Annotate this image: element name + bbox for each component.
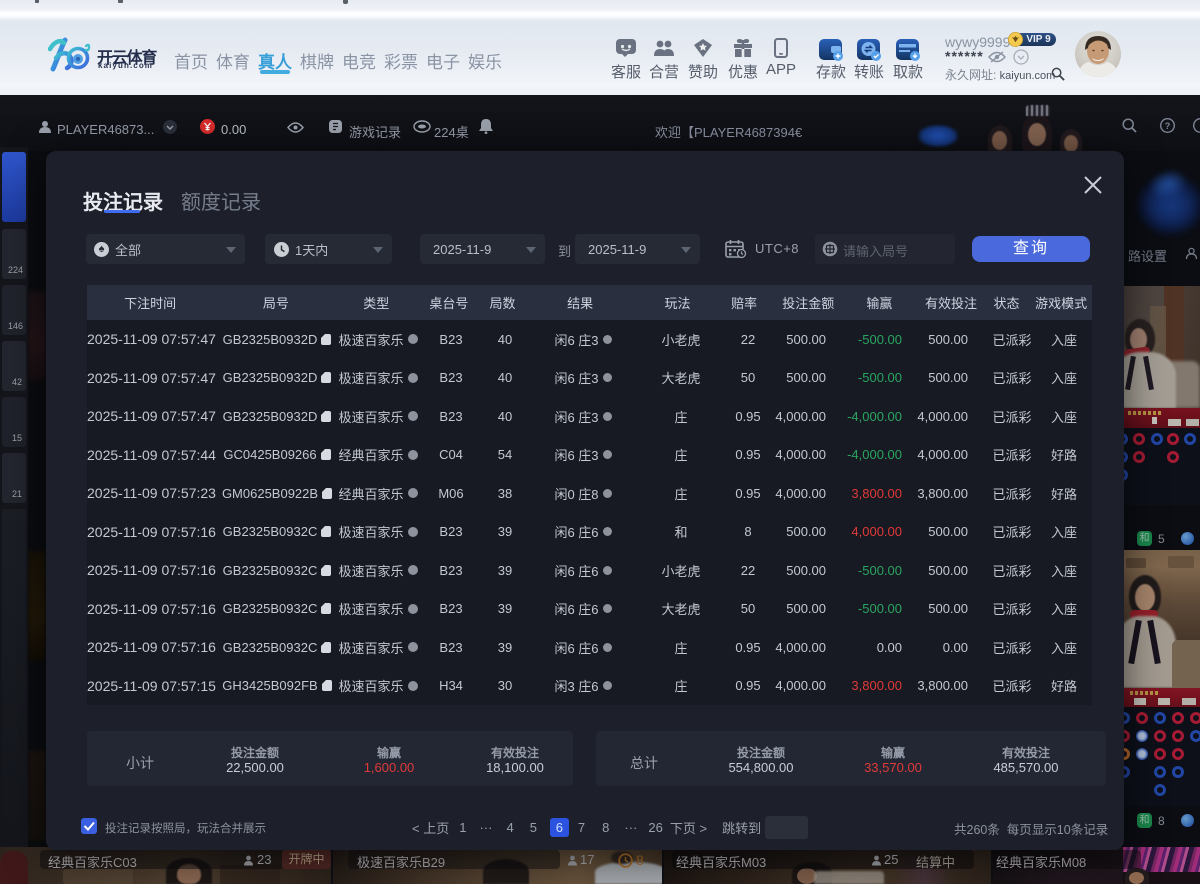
svg-text:?: ? (1165, 121, 1171, 131)
